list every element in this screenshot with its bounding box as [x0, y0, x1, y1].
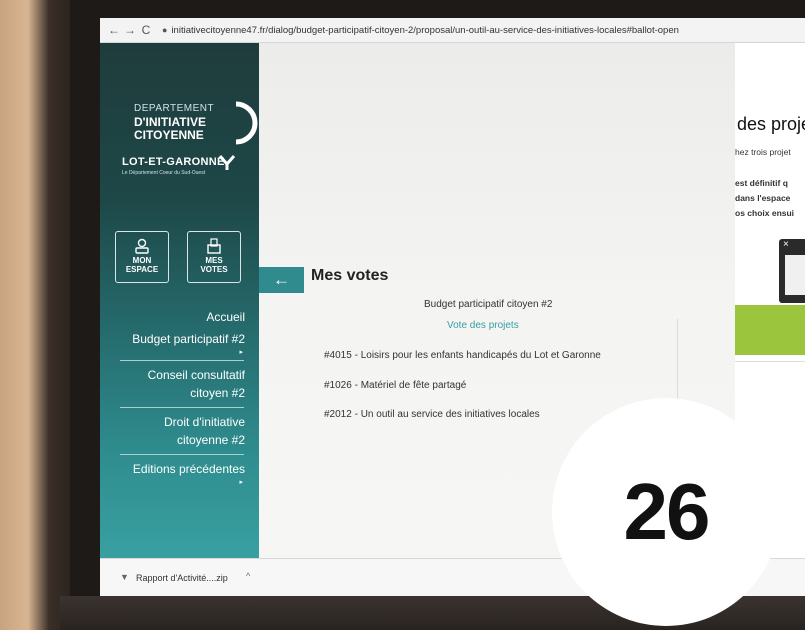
- background-wall: [0, 0, 70, 630]
- sidebar: DEPARTEMENT D'INITIATIVE CITOYENNE LOT-E…: [100, 43, 259, 558]
- chevron-up-icon[interactable]: ^: [246, 571, 250, 581]
- forward-button[interactable]: →: [122, 23, 138, 37]
- chevron-right-icon[interactable]: ▸: [100, 348, 259, 356]
- divider: [735, 361, 805, 362]
- menu-item-accueil[interactable]: Accueil: [100, 308, 259, 326]
- panel-heading: des proje: [737, 114, 805, 134]
- menu-divider: [120, 407, 244, 408]
- menu-item-droit-initiative-line2[interactable]: citoyenne #2: [100, 431, 259, 449]
- department-logo[interactable]: DEPARTEMENT D'INITIATIVE CITOYENNE: [128, 71, 258, 145]
- video-screen: [785, 255, 805, 295]
- browser-toolbar: ← → C ● initiativecitoyenne47.fr/dialog/…: [100, 18, 805, 43]
- lock-icon: ●: [162, 25, 168, 35]
- close-icon[interactable]: ×: [783, 239, 789, 250]
- download-item[interactable]: Rapport d'Activité....zip: [136, 573, 228, 583]
- mon-espace-button[interactable]: MON ESPACE: [115, 231, 169, 283]
- logo-arc-icon: [235, 101, 258, 145]
- mes-votes-label-1: MES: [205, 256, 223, 265]
- vote-item[interactable]: #1026 - Matériel de fête partagé: [324, 380, 466, 391]
- address-bar[interactable]: initiativecitoyenne47.fr/dialog/budget-p…: [171, 25, 678, 36]
- menu-item-conseil-consultatif[interactable]: Conseil consultatif: [100, 366, 259, 384]
- mes-votes-label-2: VOTES: [200, 265, 228, 274]
- menu-item-droit-initiative[interactable]: Droit d'initiative: [100, 413, 259, 431]
- green-banner: [735, 305, 805, 355]
- page-title: Mes votes: [311, 267, 389, 284]
- back-arrow-icon[interactable]: ←: [259, 267, 304, 293]
- sidebar-menu: Accueil Budget participatif #2 ▸ Conseil…: [100, 308, 259, 486]
- vote-projects-link[interactable]: Vote des projets: [447, 320, 519, 331]
- mes-votes-button[interactable]: MES VOTES: [187, 231, 241, 283]
- ballot-box-icon: [207, 238, 221, 254]
- panel-text: dans l'espace: [735, 193, 791, 203]
- download-file-icon: ▼: [120, 572, 129, 582]
- budget-title: Budget participatif citoyen #2: [424, 299, 553, 310]
- number-badge: 26: [552, 398, 780, 626]
- badge-number: 26: [623, 467, 711, 556]
- vote-item[interactable]: #4015 - Loisirs pour les enfants handica…: [324, 350, 601, 361]
- panel-text: hez trois projet: [735, 147, 791, 157]
- back-button[interactable]: ←: [106, 23, 122, 37]
- menu-item-conseil-consultatif-line2[interactable]: citoyen #2: [100, 384, 259, 402]
- mon-espace-label-1: MON: [132, 256, 152, 265]
- panel-text: est définitif q: [735, 178, 788, 188]
- vote-item[interactable]: #2012 - Un outil au service des initiati…: [324, 409, 540, 420]
- logo-line-2: D'INITIATIVE: [134, 115, 206, 129]
- logo-line-3: CITOYENNE: [134, 128, 204, 142]
- menu-divider: [120, 360, 244, 361]
- menu-divider: [120, 454, 244, 455]
- heart-y-icon: [218, 155, 236, 170]
- chevron-right-icon[interactable]: ▸: [100, 478, 259, 486]
- mon-espace-label-2: ESPACE: [125, 265, 159, 274]
- menu-item-budget-participatif[interactable]: Budget participatif #2: [100, 330, 259, 348]
- panel-text: os choix ensui: [735, 208, 795, 218]
- logo-line-1: DEPARTEMENT: [134, 103, 215, 114]
- menu-item-editions-precedentes[interactable]: Editions précédentes: [100, 460, 259, 478]
- reload-button[interactable]: C: [138, 23, 154, 37]
- lot-garonne-logo[interactable]: LOT-ET-GARONNE: [122, 156, 225, 168]
- user-icon: [135, 238, 149, 254]
- lot-garonne-tagline: Le Département Coeur du Sud-Ouest: [122, 170, 206, 176]
